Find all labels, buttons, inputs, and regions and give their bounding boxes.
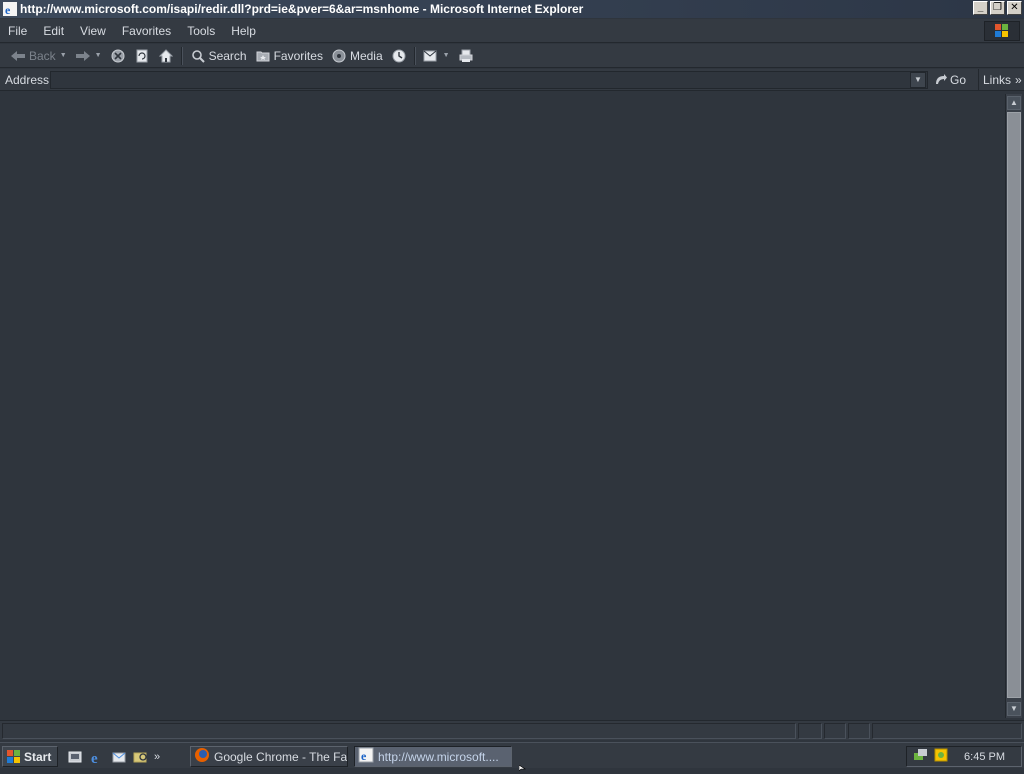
task-label: http://www.microsoft.... [378,749,499,764]
window-title: http://www.microsoft.com/isapi/redir.dll… [20,2,584,16]
stop-icon [110,48,126,64]
internet-explorer-icon[interactable]: e [88,748,106,766]
refresh-icon [134,48,150,64]
chevron-right-icon[interactable]: » [1015,73,1022,87]
mail-button[interactable]: ▼ [419,45,454,67]
ie-page-icon: e [358,747,374,766]
back-button[interactable]: Back ▼ [6,45,71,67]
ie-window: e http://www.microsoft.com/isapi/redir.d… [0,0,1024,740]
status-bar [0,720,1024,740]
forward-button[interactable]: ▼ [71,45,106,67]
toolbar-separator [413,46,416,65]
print-button[interactable] [454,45,478,67]
forward-dropdown-icon[interactable]: ▼ [95,52,102,59]
scroll-up-icon[interactable]: ▲ [1007,96,1021,110]
status-progress-pane [798,723,822,739]
stop-button[interactable] [106,45,130,67]
taskbar: Start e » Google Chrome - The Fas... e h… [0,742,1024,768]
windows-logo-throbber [984,21,1020,41]
search-button[interactable]: Search [186,45,251,67]
status-zone-pane [872,723,1022,739]
links-label: Links [983,73,1012,87]
status-text-pane [2,723,796,739]
menu-tools[interactable]: Tools [179,24,223,38]
menu-help[interactable]: Help [223,24,264,38]
title-bar[interactable]: e http://www.microsoft.com/isapi/redir.d… [0,0,1024,18]
status-privacy-pane [848,723,870,739]
address-dropdown-icon[interactable]: ▼ [910,72,926,88]
refresh-button[interactable] [130,45,154,67]
page-content[interactable] [1,94,1005,718]
favorites-button[interactable]: Favorites [251,45,327,67]
back-label: Back [29,48,56,63]
toolbar-separator [180,46,183,65]
menu-edit[interactable]: Edit [35,24,72,38]
menu-file[interactable]: File [0,24,35,38]
menu-favorites[interactable]: Favorites [114,24,179,38]
media-icon [331,48,347,64]
outlook-express-icon[interactable] [110,748,128,766]
svg-text:e: e [361,749,367,763]
mail-dropdown-icon[interactable]: ▼ [443,52,450,59]
home-button[interactable] [154,45,178,67]
address-input[interactable] [50,71,928,89]
search-label: Search [208,48,247,63]
go-arrow-icon [934,73,948,88]
scroll-thumb[interactable] [1007,112,1021,698]
task-internet-explorer[interactable]: e http://www.microsoft.... [354,746,512,767]
clock[interactable]: 6:45 PM [964,751,1005,763]
media-button[interactable]: Media [327,45,387,67]
task-label: Google Chrome - The Fas... [214,749,348,764]
printer-icon [458,48,474,64]
favorites-folder-icon [255,48,271,64]
svg-text:e: e [5,3,11,16]
start-label: Start [24,749,52,764]
minimize-button[interactable]: _ [973,1,988,15]
start-button[interactable]: Start [2,746,58,767]
home-icon [158,48,174,64]
network-icon[interactable] [913,747,929,766]
show-desktop-icon[interactable] [66,748,84,766]
close-button[interactable]: ✕ [1007,1,1022,15]
mail-icon [423,48,439,64]
address-label: Address [5,73,50,87]
back-dropdown-icon[interactable]: ▼ [60,52,67,59]
history-icon [391,48,407,64]
chevron-right-icon[interactable]: » [154,751,160,763]
windows-flag-icon [995,24,1008,37]
scroll-down-icon[interactable]: ▼ [1007,702,1021,716]
links-toolbar[interactable]: Links » [978,69,1022,91]
explorer-search-icon[interactable] [132,748,150,766]
address-bar: Address ▼ Go Links » [0,69,1024,91]
status-security-pane [824,723,846,739]
restore-button[interactable]: ❐ [990,1,1005,15]
firefox-icon [194,747,210,766]
windows-flag-icon [7,749,20,763]
quick-launch: e » [66,746,160,767]
back-arrow-icon [10,48,26,64]
mouse-cursor-icon [518,762,527,774]
vertical-scrollbar[interactable]: ▲ ▼ [1005,94,1022,718]
forward-arrow-icon [75,48,91,64]
security-alert-icon[interactable] [933,747,949,766]
menu-view[interactable]: View [72,24,114,38]
go-button[interactable]: Go [934,71,966,89]
task-chrome-install[interactable]: Google Chrome - The Fas... [190,746,348,767]
svg-text:e: e [91,751,98,765]
system-tray: 6:45 PM [906,746,1022,767]
standard-toolbar: Back ▼ ▼ Search Favorites Media ▼ [0,44,1024,68]
favorites-label: Favorites [273,48,323,63]
go-label: Go [950,73,967,87]
history-button[interactable] [387,45,411,67]
media-label: Media [349,48,383,63]
menu-bar: File Edit View Favorites Tools Help [0,19,1024,43]
ie-icon[interactable]: e [3,2,17,17]
search-icon [190,48,206,64]
